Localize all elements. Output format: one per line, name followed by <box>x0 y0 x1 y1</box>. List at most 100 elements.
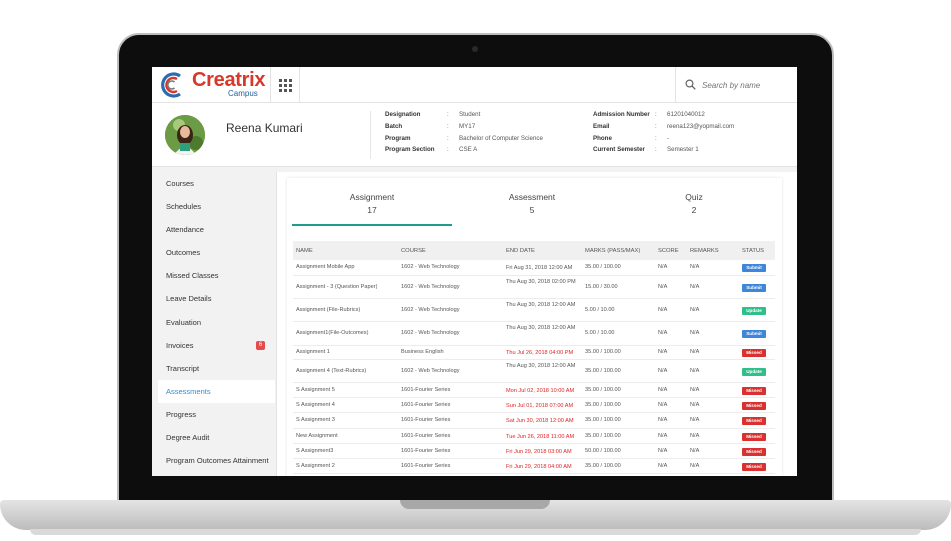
sidebar-item-label: Evaluation <box>166 318 202 327</box>
status-submit-button[interactable]: Submit <box>742 264 766 272</box>
grid-icon <box>278 78 292 92</box>
profile-field-separator: : <box>447 122 449 130</box>
table-row[interactable]: S Assignment 4 1601-Fourier Series Sun Jul… <box>293 398 775 413</box>
avatar <box>165 115 205 155</box>
profile-field: Program Section: CSE A <box>385 144 543 156</box>
tab-assignment[interactable]: Assignment 17 <box>292 178 452 226</box>
sidebar-item-label: Progress <box>166 410 197 419</box>
profile-field: Current Semester: Semester 1 <box>593 144 734 156</box>
profile-field-value: MY17 <box>459 122 476 130</box>
status-missed-button[interactable]: Missed <box>742 349 766 357</box>
sidebar-item-courses[interactable]: Courses <box>158 172 275 195</box>
cell-remarks: N/A <box>690 417 700 423</box>
profile-field-separator: : <box>655 122 657 130</box>
column-header-marks: MARKS (PASS/MAX) <box>585 248 641 254</box>
status-submit-button[interactable]: Submit <box>742 330 766 338</box>
sidebar-item-leave-details[interactable]: Leave Details <box>158 287 275 310</box>
tab-assessment[interactable]: Assessment 5 <box>452 178 612 226</box>
cell-remarks: N/A <box>690 284 700 290</box>
sidebar-item-label: Program Outcomes Attainment <box>166 456 269 465</box>
table-row[interactable]: Assignment1(File-Outcomes) 1602 - Web Tec… <box>293 322 775 346</box>
column-header-name: NAME <box>296 248 313 254</box>
cell-name: S Assignment3 <box>296 448 334 454</box>
table-row[interactable]: Assignment 4 (Text-Rubrics) 1602 - Web Te… <box>293 360 775 383</box>
cell-score: N/A <box>658 349 668 355</box>
table-row[interactable]: S Assignment3 1601-Fourier Series Fri Jun … <box>293 444 775 459</box>
status-submit-button[interactable]: Submit <box>742 284 766 292</box>
table-row[interactable]: Assignment - 3 (Question Paper) 1602 - We… <box>293 276 775 299</box>
table-row[interactable]: S Assignment 2 1601-Fourier Series Fri Jun… <box>293 459 775 474</box>
cell-course: 1601-Fourier Series <box>401 387 451 393</box>
cell-score: N/A <box>658 368 668 374</box>
top-bar: Creatrix Campus <box>152 67 797 103</box>
status-missed-button[interactable]: Missed <box>742 463 766 471</box>
status-missed-button[interactable]: Missed <box>742 402 766 410</box>
profile-field-label: Designation <box>385 111 421 118</box>
cell-score: N/A <box>658 448 668 454</box>
sidebar-item-program-outcomes-attainment[interactable]: Program Outcomes Attainment <box>158 449 275 472</box>
table-row[interactable]: Assignment 1 Business English Thu Jul 26, … <box>293 346 775 360</box>
sidebar-item-transcript[interactable]: Transcript <box>158 357 275 380</box>
status-update-button[interactable]: Update <box>742 368 766 376</box>
sidebar-item-degree-audit[interactable]: Degree Audit <box>158 426 275 449</box>
apps-menu-button[interactable] <box>270 67 300 103</box>
sidebar: Courses Schedules Attendance Outcomes Missed… <box>152 172 275 476</box>
profile-field-separator: : <box>447 134 449 142</box>
sidebar-item-missed-classes[interactable]: Missed Classes <box>158 264 275 287</box>
laptop-notch <box>400 500 550 509</box>
camera-icon <box>472 46 478 52</box>
table-row[interactable]: Assignment Mobile App 1602 - Web Technolo… <box>293 260 775 276</box>
profile-field: Program: Bachelor of Computer Science <box>385 133 543 145</box>
cell-end-date: Sun Jul 01, 2018 07:00 AM <box>506 403 574 409</box>
cell-name: Assignment 1 <box>296 349 330 355</box>
sidebar-item-schedules[interactable]: Schedules <box>158 195 275 218</box>
table-row[interactable]: New Assignment 1601-Fourier Series Tue Jun… <box>293 429 775 444</box>
profile-field-separator: : <box>447 146 449 154</box>
main-content: Assignment 17 Assessment 5 Quiz 2 NAME C… <box>276 172 797 476</box>
brand-subtitle: Campus <box>228 89 258 98</box>
profile-field-value: CSE A <box>459 146 478 154</box>
status-missed-button[interactable]: Missed <box>742 448 766 456</box>
sidebar-item-outcomes[interactable]: Outcomes <box>158 241 275 264</box>
table-row[interactable]: S Assignment 3 1601-Fourier Series Sat Jun… <box>293 413 775 429</box>
profile-field-label: Program Section <box>385 146 435 154</box>
sidebar-item-progress[interactable]: Progress <box>158 403 275 426</box>
profile-field-separator: : <box>655 111 657 118</box>
profile-field-value: Student <box>459 111 481 118</box>
sidebar-item-invoices[interactable]: Invoices 6 <box>158 334 275 357</box>
status-update-button[interactable]: Update <box>742 307 766 315</box>
table-row[interactable]: S Assignment 5 1601-Fourier Series Mon Jul… <box>293 383 775 398</box>
cell-remarks: N/A <box>690 330 700 336</box>
cell-score: N/A <box>658 463 668 469</box>
cell-end-date: Fri Jun 29, 2018 03:00 AM <box>506 449 572 455</box>
search-input[interactable] <box>702 77 796 93</box>
cell-marks: 50.00 / 100.00 <box>585 448 621 454</box>
cell-marks: 35.00 / 100.00 <box>585 433 621 439</box>
cell-score: N/A <box>658 433 668 439</box>
cell-course: 1602 - Web Technology <box>401 284 460 290</box>
column-header-end-date: END DATE <box>506 248 535 254</box>
sidebar-item-attendance[interactable]: Attendance <box>158 218 275 241</box>
table-row[interactable]: Assignment (File-Rubrics) 1602 - Web Tech… <box>293 299 775 322</box>
cell-marks: 5.00 / 10.00 <box>585 330 615 336</box>
cell-marks: 35.00 / 100.00 <box>585 402 621 408</box>
status-missed-button[interactable]: Missed <box>742 387 766 395</box>
profile-field: Batch: MY17 <box>385 121 543 133</box>
student-profile: Reena Kumari Designation: Student Batch: MY… <box>152 103 797 167</box>
column-header-status: STATUS <box>742 248 765 254</box>
status-missed-button[interactable]: Missed <box>742 417 766 425</box>
sidebar-item-label: Courses <box>166 179 194 188</box>
cell-course: 1601-Fourier Series <box>401 402 451 408</box>
profile-field-value: reena123@yopmail.com <box>667 122 735 130</box>
cell-end-date: Fri Aug 31, 2018 12:00 AM <box>506 265 573 271</box>
sidebar-item-assessments[interactable]: Assessments <box>158 380 275 403</box>
profile-field-value: - <box>667 134 670 142</box>
sidebar-item-label: Missed Classes <box>166 271 219 280</box>
tab-quiz[interactable]: Quiz 2 <box>614 178 774 226</box>
sidebar-item-label: Leave Details <box>166 294 212 303</box>
sidebar-item-evaluation[interactable]: Evaluation <box>158 311 275 334</box>
status-missed-button[interactable]: Missed <box>742 433 766 441</box>
sidebar-item-label: Degree Audit <box>166 433 210 442</box>
cell-marks: 35.00 / 100.00 <box>585 368 621 374</box>
tab-count: 17 <box>367 205 377 215</box>
